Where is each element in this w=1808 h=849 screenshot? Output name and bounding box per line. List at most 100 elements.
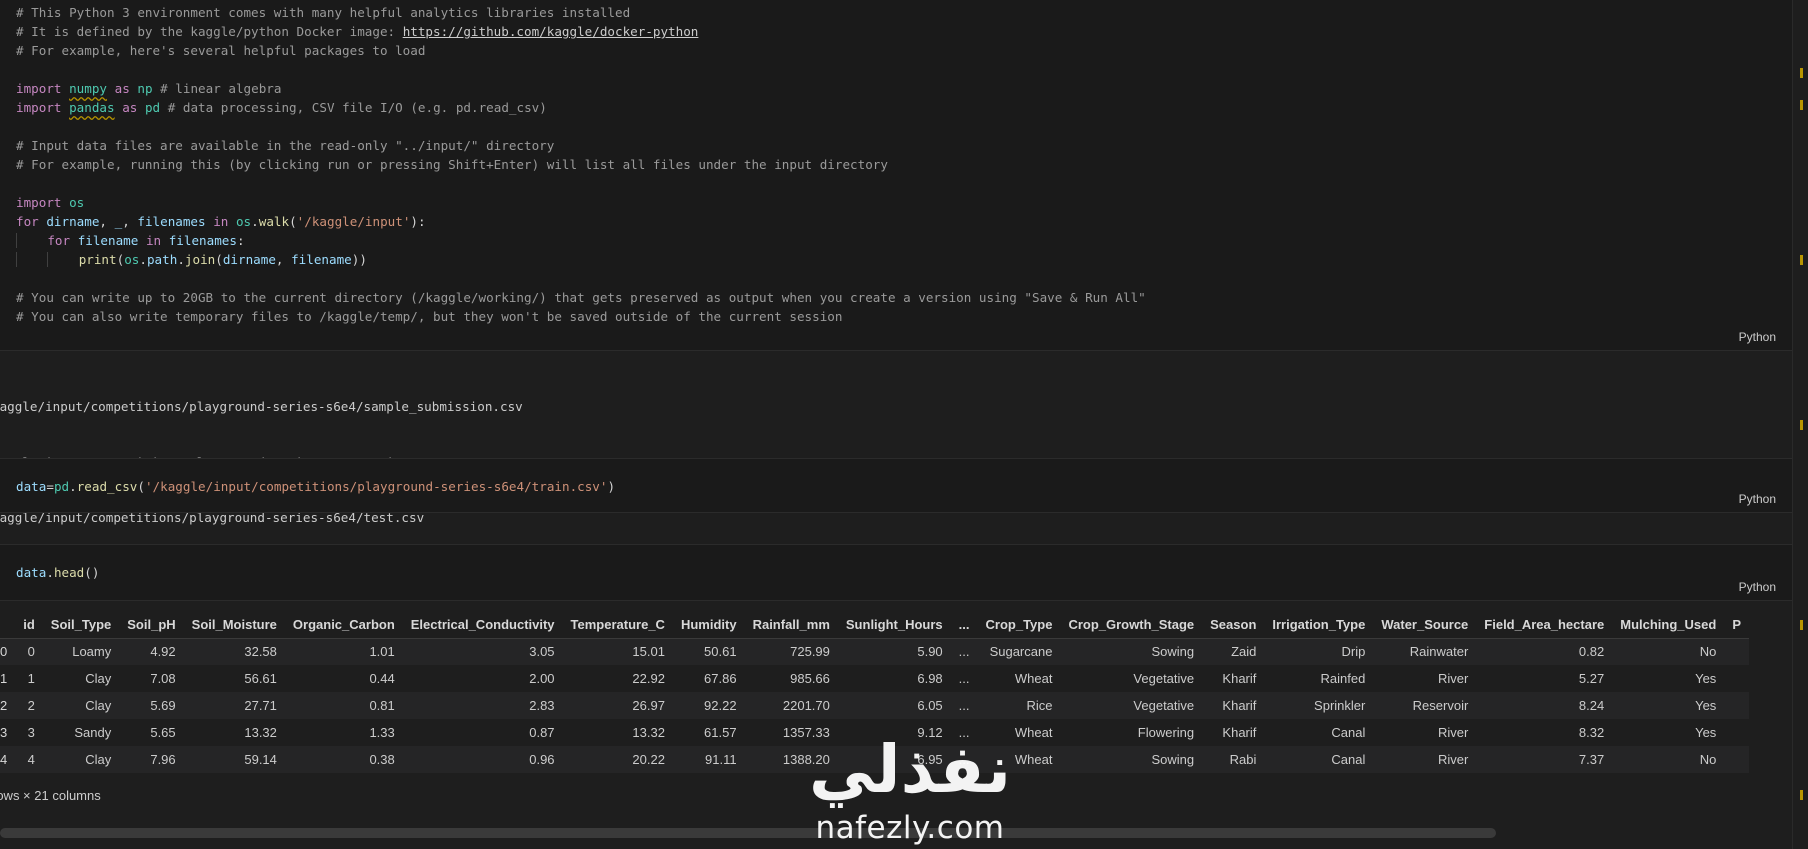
table-cell: Flowering bbox=[1137, 725, 1195, 740]
table-cell: 22.92 bbox=[632, 671, 665, 686]
watermark-arabic-text: نفذلي bbox=[809, 731, 1011, 808]
warning-marker bbox=[1800, 255, 1803, 265]
table-cell: 0.44 bbox=[369, 671, 395, 686]
horizontal-scrollbar[interactable] bbox=[0, 828, 1496, 838]
table-cell: Drip bbox=[1341, 644, 1366, 660]
warning-marker bbox=[1800, 420, 1803, 430]
table-cell: 6.98 bbox=[917, 671, 943, 686]
row-index: 4 bbox=[0, 752, 8, 767]
table-cell: Rainwater bbox=[1409, 644, 1469, 660]
column-header: P bbox=[1724, 611, 1749, 639]
output-line: kaggle/input/competitions/playground-ser… bbox=[0, 399, 523, 414]
table-cell: 7.37 bbox=[1578, 752, 1605, 767]
table-cell: Sowing bbox=[1151, 752, 1195, 767]
table-cell: 8.32 bbox=[1578, 725, 1605, 740]
table-cell bbox=[1724, 719, 1749, 746]
table-row: 2 2 Clay 5.69 27.71 0.81 2.83 26.97 92.22 2201.70… bbox=[0, 692, 1749, 719]
table-cell bbox=[1724, 692, 1749, 719]
table-cell: Canal bbox=[1331, 725, 1366, 740]
code-editor-2[interactable]: data=pd.read_csv('/kaggle/input/competit… bbox=[16, 477, 615, 496]
table-cell: Yes bbox=[1695, 725, 1717, 740]
table-cell: 13.32 bbox=[632, 725, 665, 740]
table-cell: 4.92 bbox=[150, 644, 176, 660]
code-line-6: import pandas as pd # data processing, C… bbox=[16, 100, 547, 115]
code-line-3: # For example, here's several helpful pa… bbox=[16, 43, 426, 58]
table-cell: Loamy bbox=[72, 644, 112, 660]
code-cell-1[interactable]: # This Python 3 environment comes with m… bbox=[0, 0, 1792, 351]
table-cell: 5.65 bbox=[150, 725, 176, 740]
table-cell: 5.90 bbox=[917, 644, 943, 660]
code-line-17: # You can also write temporary files to … bbox=[16, 309, 843, 324]
table-cell: Yes bbox=[1695, 698, 1717, 713]
warning-marker bbox=[1800, 620, 1803, 630]
table-cell: No bbox=[1699, 752, 1717, 767]
code-line-1: data=pd.read_csv('/kaggle/input/competit… bbox=[16, 479, 616, 494]
table-cell: 13.32 bbox=[244, 725, 277, 740]
table-cell: 92.22 bbox=[704, 698, 737, 713]
notebook-editor: # This Python 3 environment comes with m… bbox=[0, 0, 1808, 849]
table-cell: Vegetative bbox=[1133, 671, 1195, 686]
table-cell: Clay bbox=[85, 698, 112, 713]
row-index: 0 bbox=[0, 644, 8, 660]
code-line-13: for filename in filenames: bbox=[16, 233, 245, 248]
code-line-14: print(os.path.join(dirname, filename)) bbox=[16, 252, 367, 267]
table-cell bbox=[1724, 665, 1749, 692]
table-cell: 2201.70 bbox=[782, 698, 830, 713]
table-cell: Sugarcane bbox=[989, 644, 1053, 660]
column-header: Mulching_Used bbox=[1612, 611, 1725, 639]
table-cell: Rice bbox=[1026, 698, 1053, 713]
column-header: Crop_Growth_Stage bbox=[1060, 611, 1203, 639]
warning-marker bbox=[1800, 68, 1803, 78]
table-cell: 7.08 bbox=[150, 671, 176, 686]
warning-marker bbox=[1800, 790, 1803, 800]
column-header: Crop_Type bbox=[977, 611, 1061, 639]
table-row: 1 1 Clay 7.08 56.61 0.44 2.00 22.92 67.86 985.66 6… bbox=[0, 665, 1749, 692]
code-line-2: # It is defined by the kaggle/python Doc… bbox=[16, 24, 699, 39]
table-cell: 1.01 bbox=[369, 644, 395, 660]
table-cell: Zaid bbox=[1231, 644, 1257, 660]
docker-python-link[interactable]: https://github.com/kaggle/docker-python bbox=[403, 24, 699, 39]
table-cell: Kharif bbox=[1222, 671, 1257, 686]
table-cell: 50.61 bbox=[704, 644, 737, 660]
table-cell: 0 bbox=[27, 644, 35, 660]
column-header: Soil_pH bbox=[119, 611, 184, 639]
table-cell bbox=[1724, 638, 1749, 665]
column-header: Electrical_Conductivity bbox=[402, 611, 563, 639]
column-header: Soil_Moisture bbox=[183, 611, 285, 639]
column-header: id bbox=[15, 611, 43, 639]
watermark-latin-text: nafezly.com bbox=[815, 810, 1005, 846]
table-cell: 2.00 bbox=[529, 671, 555, 686]
cell-language-label[interactable]: Python bbox=[1739, 492, 1776, 506]
table-cell: River bbox=[1437, 725, 1469, 740]
code-line-12: for dirname, _, filenames in os.walk('/k… bbox=[16, 214, 426, 229]
table-cell bbox=[1724, 746, 1749, 773]
table-cell: Sandy bbox=[74, 725, 112, 740]
table-cell: Sprinkler bbox=[1314, 698, 1366, 713]
table-cell: 3 bbox=[27, 725, 35, 740]
table-cell: 15.01 bbox=[632, 644, 665, 660]
table-cell: 20.22 bbox=[632, 752, 665, 767]
cell-language-label[interactable]: Python bbox=[1739, 580, 1776, 594]
row-index: 2 bbox=[0, 698, 8, 713]
cell-language-label[interactable]: Python bbox=[1739, 330, 1776, 344]
column-header: Soil_Type bbox=[42, 611, 120, 639]
table-cell: 725.99 bbox=[790, 644, 830, 660]
dataframe-shape: rows × 21 columns bbox=[0, 788, 101, 803]
table-row: 0 0 Loamy 4.92 32.58 1.01 3.05 15.01 50.61 725.99… bbox=[0, 638, 1749, 665]
column-header: Sunlight_Hours bbox=[837, 611, 951, 639]
table-cell: 5.27 bbox=[1578, 671, 1605, 686]
code-cell-2[interactable]: data=pd.read_csv('/kaggle/input/competit… bbox=[0, 458, 1792, 513]
table-cell: 1.33 bbox=[369, 725, 395, 740]
table-header-row: id Soil_Type Soil_pH Soil_Moisture Organic_C… bbox=[0, 611, 1749, 639]
column-header: Humidity bbox=[672, 611, 745, 639]
table-cell: 2 bbox=[27, 698, 35, 713]
table-cell: Clay bbox=[85, 752, 112, 767]
code-line-5: import numpy as np # linear algebra bbox=[16, 81, 282, 96]
table-cell: 5.69 bbox=[150, 698, 176, 713]
row-index: 3 bbox=[0, 725, 8, 740]
code-cell-3[interactable]: data.head() Python bbox=[0, 544, 1792, 601]
vertical-scrollbar[interactable] bbox=[1792, 0, 1808, 849]
column-header: Rainfall_mm bbox=[744, 611, 838, 639]
code-editor-3[interactable]: data.head() bbox=[16, 563, 99, 582]
code-editor-1[interactable]: # This Python 3 environment comes with m… bbox=[16, 3, 1146, 326]
